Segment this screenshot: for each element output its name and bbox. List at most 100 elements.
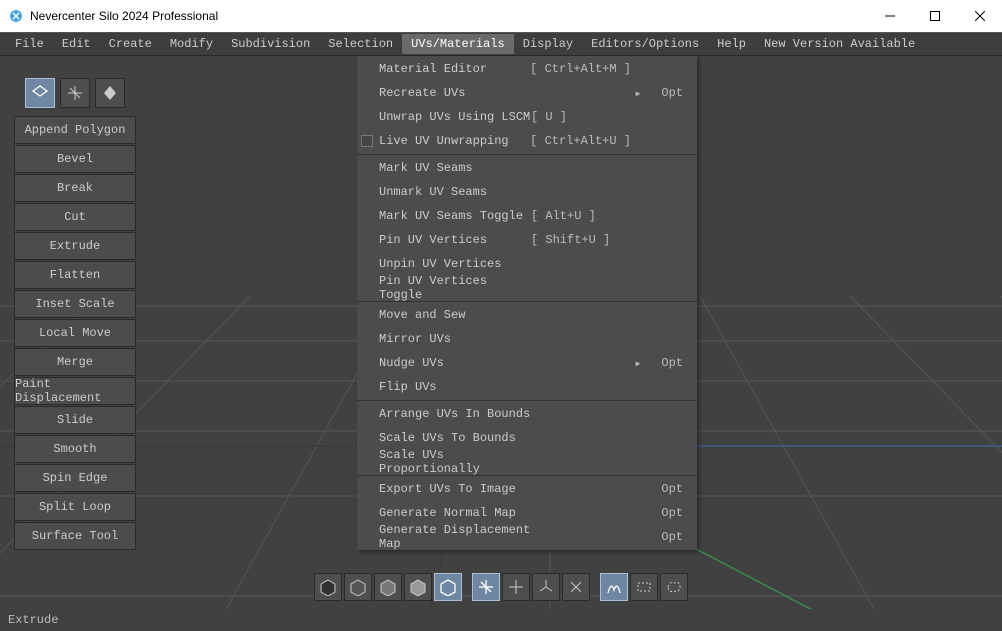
menu-item-label: Material Editor (379, 62, 487, 76)
menu-edit[interactable]: Edit (53, 34, 100, 54)
menu-item-arrange-uvs-in-bounds[interactable]: Arrange UVs In Bounds (357, 402, 697, 426)
menu-item-label: Recreate UVs (379, 86, 465, 100)
menu-item-generate-displacement-map[interactable]: Generate Displacement Map Opt (357, 525, 697, 549)
menu-item-move-and-sew[interactable]: Move and Sew (357, 303, 697, 327)
menu-item-label: Mirror UVs (379, 332, 451, 346)
menu-help[interactable]: Help (708, 34, 755, 54)
menu-item-label: Mark UV Seams (379, 161, 473, 175)
tool-surface-tool[interactable]: Surface Tool (14, 522, 136, 550)
tool-bevel[interactable]: Bevel (14, 145, 136, 173)
selection-mode-3-icon[interactable] (660, 573, 688, 601)
selection-mode-1-icon[interactable] (600, 573, 628, 601)
menu-item-label: Arrange UVs In Bounds (379, 407, 530, 421)
menu-item-generate-normal-map[interactable]: Generate Normal Map Opt (357, 501, 697, 525)
shade-mode-1-icon[interactable] (314, 573, 342, 601)
uvs-materials-dropdown: Material Editor[ Ctrl+Alt+M ]Recreate UV… (357, 56, 697, 550)
tool-local-move[interactable]: Local Move (14, 319, 136, 347)
menu-item-opt[interactable]: Opt (655, 86, 683, 100)
shade-mode-2-icon[interactable] (344, 573, 372, 601)
bottom-toolbar (0, 567, 1002, 607)
tool-cut[interactable]: Cut (14, 203, 136, 231)
menu-item-pin-uv-vertices[interactable]: Pin UV Vertices [ Shift+U ] (357, 228, 697, 252)
manipulator-2-icon[interactable] (502, 573, 530, 601)
menu-item-mirror-uvs[interactable]: Mirror UVs (357, 327, 697, 351)
menu-item-scale-uvs-proportionally[interactable]: Scale UVs Proportionally (357, 450, 697, 474)
menu-item-label: Unpin UV Vertices (379, 257, 501, 271)
menu-item-shortcut: [ Shift+U ] (531, 233, 631, 247)
window-minimize-button[interactable] (867, 0, 912, 32)
menu-modify[interactable]: Modify (161, 34, 222, 54)
menubar: File Edit Create Modify Subdivision Sele… (0, 32, 1002, 56)
menu-subdivision[interactable]: Subdivision (222, 34, 319, 54)
menu-item-scale-uvs-to-bounds[interactable]: Scale UVs To Bounds (357, 426, 697, 450)
menu-file[interactable]: File (6, 34, 53, 54)
menu-item-nudge-uvs[interactable]: Nudge UVs▸Opt (357, 351, 697, 375)
tool-inset-scale[interactable]: Inset Scale (14, 290, 136, 318)
menu-item-opt[interactable]: Opt (655, 506, 683, 520)
menu-item-opt[interactable]: Opt (655, 530, 683, 544)
menu-item-unmark-uv-seams[interactable]: Unmark UV Seams (357, 180, 697, 204)
menu-item-mark-uv-seams-toggle[interactable]: Mark UV Seams Toggle[ Alt+U ] (357, 204, 697, 228)
tool-mode-icon-2[interactable] (60, 78, 90, 108)
menu-item-label: Pin UV Vertices Toggle (379, 274, 532, 302)
shade-mode-5-icon[interactable] (434, 573, 462, 601)
menu-item-live-uv-unwrapping[interactable]: Live UV Unwrapping [ Ctrl+Alt+U ] (357, 129, 697, 153)
menu-item-opt[interactable]: Opt (655, 356, 683, 370)
selection-mode-2-icon[interactable] (630, 573, 658, 601)
menu-uvs-materials[interactable]: UVs/Materials (402, 34, 514, 54)
menu-create[interactable]: Create (100, 34, 161, 54)
app-icon (8, 8, 24, 24)
menu-item-label: Live UV Unwrapping (379, 134, 509, 148)
window-titlebar: Nevercenter Silo 2024 Professional (0, 0, 1002, 32)
menu-item-label: Generate Displacement Map (379, 523, 533, 551)
menu-item-opt[interactable]: Opt (655, 482, 683, 496)
manipulator-4-icon[interactable] (562, 573, 590, 601)
menu-item-label: Export UVs To Image (379, 482, 516, 496)
window-maximize-button[interactable] (912, 0, 957, 32)
menu-selection[interactable]: Selection (319, 34, 402, 54)
tool-append-polygon[interactable]: Append Polygon (14, 116, 136, 144)
menu-item-label: Move and Sew (379, 308, 465, 322)
menu-separator (357, 154, 697, 155)
window-close-button[interactable] (957, 0, 1002, 32)
menu-item-pin-uv-vertices-toggle[interactable]: Pin UV Vertices Toggle (357, 276, 697, 300)
checkbox-icon (361, 135, 373, 147)
menu-item-label: Scale UVs To Bounds (379, 431, 516, 445)
menu-editors-options[interactable]: Editors/Options (582, 34, 708, 54)
tool-spin-edge[interactable]: Spin Edge (14, 464, 136, 492)
submenu-arrow-icon: ▸ (631, 356, 645, 371)
tool-extrude[interactable]: Extrude (14, 232, 136, 260)
manipulator-3-icon[interactable] (532, 573, 560, 601)
menu-new-version[interactable]: New Version Available (755, 34, 924, 54)
menu-display[interactable]: Display (514, 34, 582, 54)
manipulator-1-icon[interactable] (472, 573, 500, 601)
menu-separator (357, 400, 697, 401)
tool-split-loop[interactable]: Split Loop (14, 493, 136, 521)
tool-slide[interactable]: Slide (14, 406, 136, 434)
tool-mode-icon-1[interactable] (25, 78, 55, 108)
status-text: Extrude (8, 613, 58, 627)
menu-item-flip-uvs[interactable]: Flip UVs (357, 375, 697, 399)
menu-item-mark-uv-seams[interactable]: Mark UV Seams (357, 156, 697, 180)
tool-paint-displacement[interactable]: Paint Displacement (14, 377, 136, 405)
menu-item-recreate-uvs[interactable]: Recreate UVs▸Opt (357, 81, 697, 105)
statusbar: Extrude (0, 609, 1002, 631)
shade-mode-4-icon[interactable] (404, 573, 432, 601)
menu-item-material-editor[interactable]: Material Editor[ Ctrl+Alt+M ] (357, 57, 697, 81)
tool-flatten[interactable]: Flatten (14, 261, 136, 289)
menu-item-label: Mark UV Seams Toggle (379, 209, 523, 223)
menu-item-label: Unmark UV Seams (379, 185, 487, 199)
menu-item-label: Pin UV Vertices (379, 233, 487, 247)
menu-item-unpin-uv-vertices[interactable]: Unpin UV Vertices (357, 252, 697, 276)
tool-merge[interactable]: Merge (14, 348, 136, 376)
menu-item-export-uvs-to-image[interactable]: Export UVs To Image Opt (357, 477, 697, 501)
menu-item-unwrap-uvs-using-lscm[interactable]: Unwrap UVs Using LSCM[ U ] (357, 105, 697, 129)
menu-item-label: Scale UVs Proportionally (379, 448, 533, 476)
menu-item-label: Generate Normal Map (379, 506, 516, 520)
window-title: Nevercenter Silo 2024 Professional (30, 9, 218, 23)
tool-smooth[interactable]: Smooth (14, 435, 136, 463)
tool-break[interactable]: Break (14, 174, 136, 202)
tool-mode-icon-3[interactable] (95, 78, 125, 108)
shade-mode-3-icon[interactable] (374, 573, 402, 601)
menu-item-shortcut: [ Ctrl+Alt+U ] (530, 134, 631, 148)
